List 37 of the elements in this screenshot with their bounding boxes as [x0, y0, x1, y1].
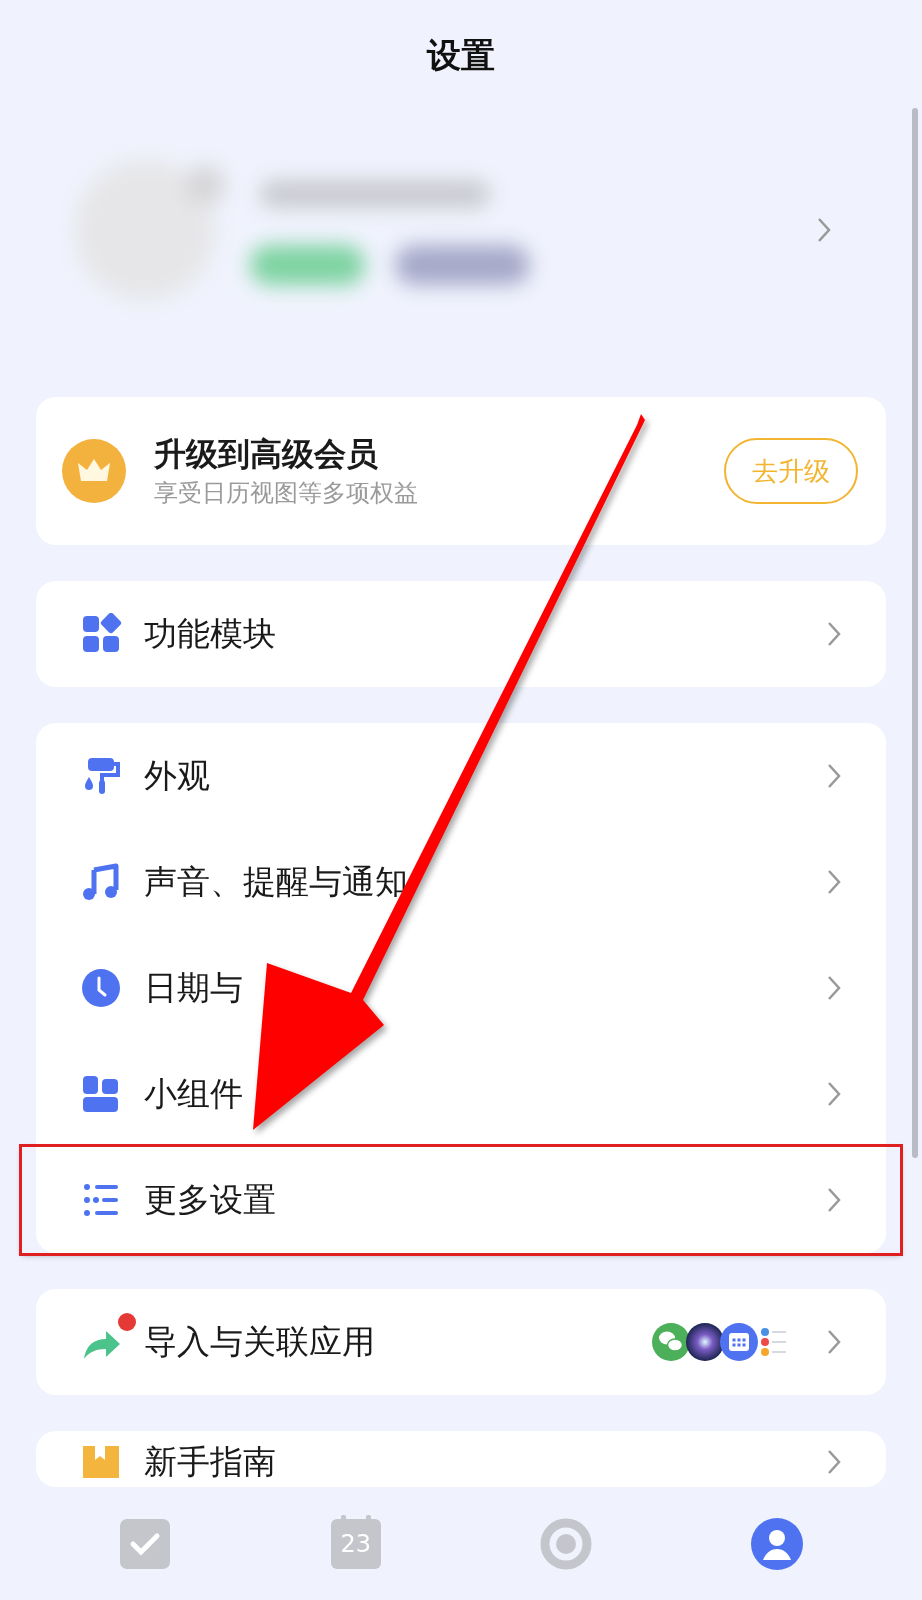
- chevron-right-icon: [826, 1328, 842, 1356]
- chevron-right-icon: [826, 1448, 842, 1476]
- settings-row[interactable]: 功能模块: [36, 581, 886, 687]
- row-label: 导入与关联应用: [144, 1321, 375, 1364]
- clock-icon: [80, 967, 122, 1009]
- settings-row[interactable]: 导入与关联应用: [36, 1289, 886, 1395]
- chat-bubbles-icon: [652, 1323, 690, 1361]
- crown-icon: [62, 439, 126, 503]
- row-label: 小组件: [144, 1073, 243, 1116]
- premium-title: 升级到高级会员: [154, 434, 379, 475]
- target-tab-icon[interactable]: [540, 1518, 593, 1570]
- chevron-right-icon: [826, 868, 842, 896]
- premium-subtitle: 享受日历视图等多项权益: [154, 478, 418, 509]
- checkbox-tab-icon[interactable]: [120, 1519, 171, 1569]
- person-tab-icon[interactable]: [750, 1518, 803, 1570]
- row-label: 外观: [144, 755, 210, 798]
- orb-icon: [686, 1323, 724, 1361]
- row-label: 日期与: [144, 967, 243, 1010]
- calendar-icon: [720, 1323, 758, 1361]
- settings-row[interactable]: 外观: [36, 723, 886, 829]
- chevron-right-icon: [826, 1186, 842, 1214]
- settings-row[interactable]: 新手指南: [36, 1431, 886, 1487]
- chevron-right-icon: [826, 620, 842, 648]
- row-label: 更多设置: [144, 1179, 276, 1222]
- settings-row[interactable]: 日期与: [36, 935, 886, 1041]
- chevron-right-icon: [816, 216, 832, 244]
- music-note-icon: [80, 861, 122, 903]
- grid-icon: [80, 613, 122, 655]
- settings-row[interactable]: 小组件: [36, 1041, 886, 1147]
- book-icon: [83, 1446, 119, 1478]
- page-title: 设置: [427, 34, 495, 77]
- settings-row[interactable]: 更多设置: [22, 1147, 900, 1253]
- chevron-right-icon: [826, 1080, 842, 1108]
- row-label: 功能模块: [144, 613, 276, 656]
- chevron-right-icon: [826, 762, 842, 790]
- row-label: 新手指南: [144, 1441, 276, 1484]
- chevron-right-icon: [826, 974, 842, 1002]
